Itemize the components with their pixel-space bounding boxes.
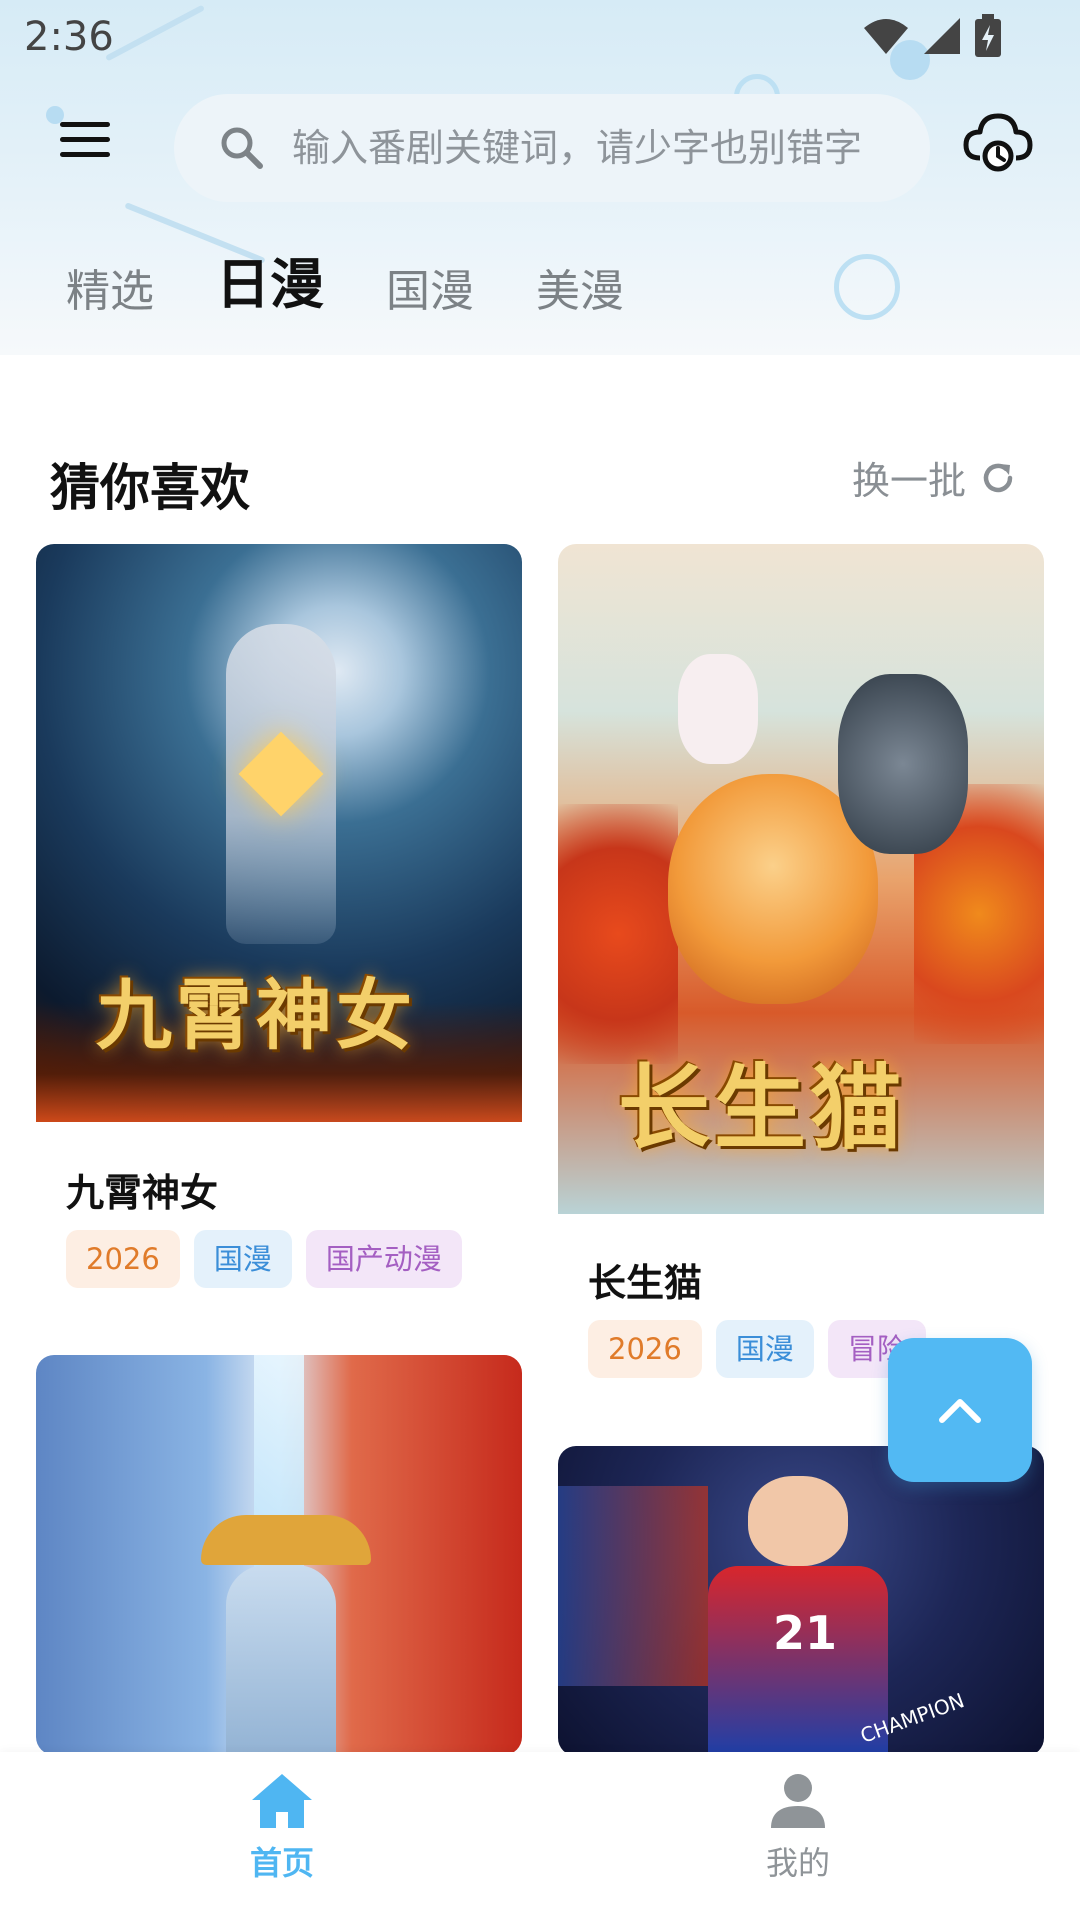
cover-image: 长生猫 [558,544,1044,1214]
search-bar[interactable] [174,94,930,202]
card-title: 九霄神女 [66,1171,219,1215]
refresh-icon [983,463,1013,492]
tab-american-anime[interactable]: 美漫 [536,255,624,335]
decor-circle [834,254,900,320]
cover-background-player [558,1486,708,1686]
status-bar: 2:36 [0,0,1080,76]
menu-button[interactable] [58,120,122,176]
tab-japanese-anime[interactable]: 日漫 [216,240,324,335]
nav-home-label: 首页 [249,1844,314,1882]
app-screen: 2:36 输入番剧关键词，请少字也别错字 精选 日漫 国漫 美漫 猜你喜欢 换一… [0,0,1080,1920]
tab-chinese-anime[interactable]: 国漫 [386,255,474,335]
bottom-navigation: 首页 我的 [0,1752,1080,1920]
refresh-label: 换一批 [852,459,967,503]
anime-card[interactable] [36,1355,522,1755]
cover-autumn-tree [558,804,678,1064]
cover-umbrella [201,1515,371,1565]
cover-image [36,1355,522,1755]
tag-type: 国漫 [193,1230,292,1288]
cover-jersey-number: 21 [773,1606,838,1660]
tag-genre: 国产动漫 [305,1230,462,1288]
cover-wolf-character [838,674,968,854]
cover-image: 九霄神女 [36,544,522,1122]
battery-charging-icon [975,14,1001,57]
menu-icon [60,122,110,157]
card-title: 长生猫 [588,1261,703,1305]
tag-type: 国漫 [715,1320,814,1378]
home-icon [252,1774,312,1828]
cloud-sync-icon [963,113,1033,172]
cover-title-text: 长生猫 [618,1054,907,1162]
anime-card[interactable]: 21 CHAMPION [558,1446,1044,1756]
search-icon [221,127,263,169]
tab-featured[interactable]: 精选 [66,255,154,335]
tag-row: 2026 国漫 冒险 [588,1320,926,1378]
wifi-icon [864,19,908,54]
nav-profile[interactable]: 我的 [698,1772,898,1884]
status-icons [862,14,1002,58]
section-title: 猜你喜欢 [50,459,250,517]
cloud-sync-button[interactable] [962,110,1038,186]
cover-title-text: 九霄神女 [96,971,416,1060]
tag-row: 2026 国漫 国产动漫 [66,1230,462,1288]
anime-card[interactable]: 长生猫 长生猫 2026 国漫 冒险 [558,544,1044,1394]
status-time: 2:36 [24,14,114,60]
tag-year: 2026 [66,1230,180,1288]
cover-player-face [748,1476,848,1566]
refresh-button[interactable]: 换一批 [852,450,1016,505]
nav-profile-label: 我的 [765,1844,830,1882]
search-input[interactable] [292,122,902,174]
chevron-up-icon [939,1399,981,1423]
cover-figure [226,1565,336,1755]
signal-icon [924,18,960,54]
category-tabs: 精选 日漫 国漫 美漫 [66,253,624,335]
back-to-top-button[interactable] [888,1338,1032,1482]
cover-image: 21 CHAMPION [558,1446,1044,1756]
nav-home[interactable]: 首页 [182,1772,382,1884]
anime-card[interactable]: 九霄神女 九霄神女 2026 国漫 国产动漫 [36,544,522,1304]
user-icon [771,1774,825,1828]
tag-year: 2026 [588,1320,702,1378]
cover-rabbit-character [678,654,758,764]
